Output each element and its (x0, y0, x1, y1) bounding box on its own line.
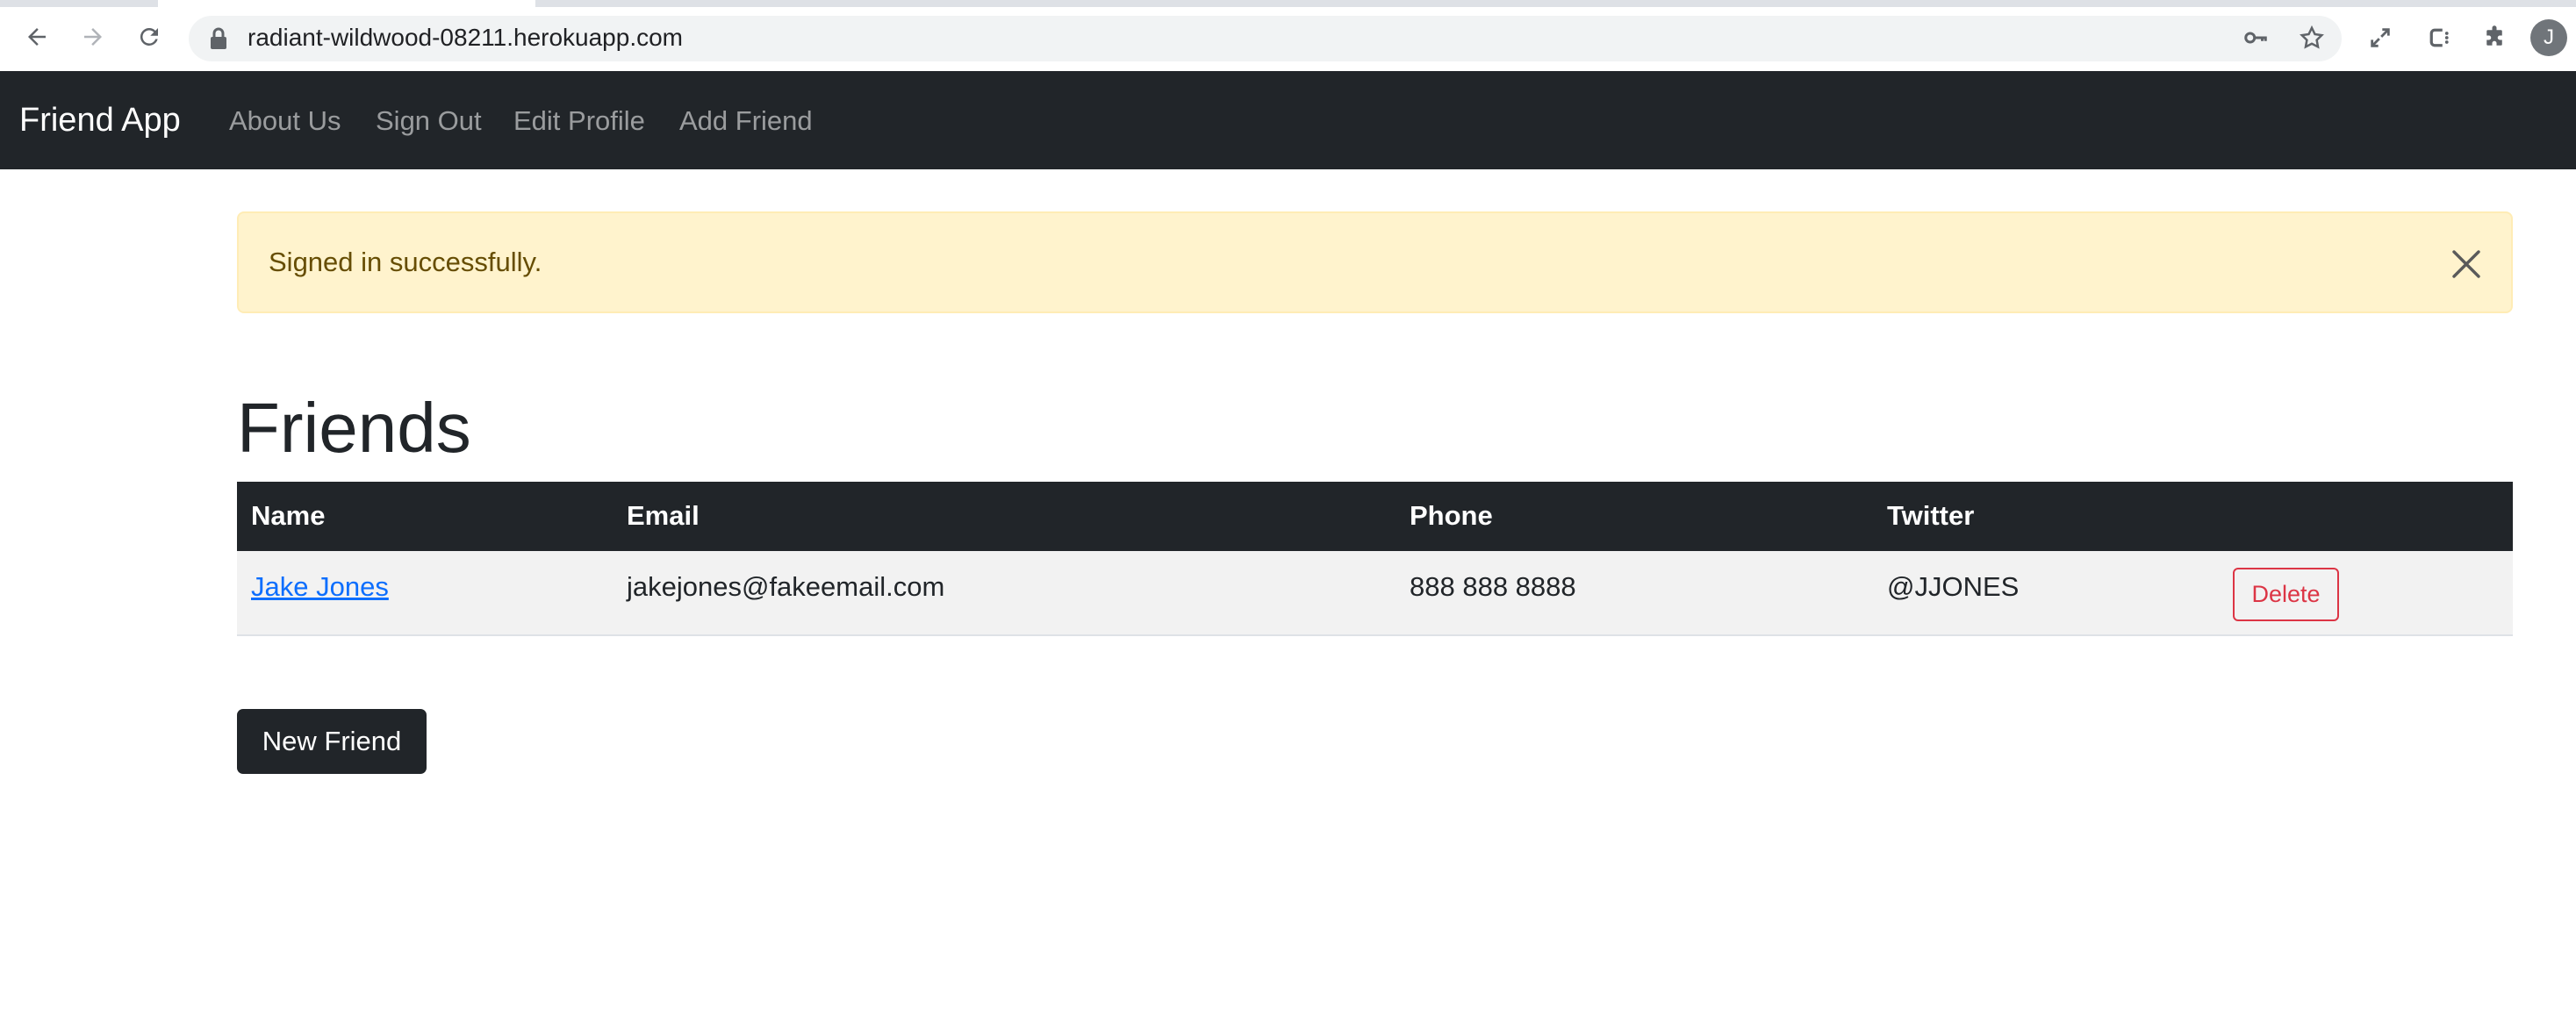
extension-c-icon[interactable] (2421, 19, 2458, 56)
back-icon[interactable] (18, 18, 56, 56)
table-header: Name Email Phone Twitter (237, 482, 2513, 551)
flash-alert: Signed in successfully. (237, 211, 2513, 313)
column-header-twitter: Twitter (1887, 500, 1975, 531)
active-tab-edge (158, 0, 535, 7)
friend-name-link[interactable]: Jake Jones (251, 571, 389, 602)
column-header-phone: Phone (1410, 500, 1493, 531)
star-icon[interactable] (2293, 19, 2330, 56)
close-icon[interactable] (2449, 247, 2484, 282)
delete-button[interactable]: Delete (2233, 568, 2339, 621)
url-text[interactable]: radiant-wildwood-08211.herokuapp.com (248, 22, 683, 54)
fullscreen-icon[interactable] (2362, 19, 2399, 56)
nav-link-about-us[interactable]: About Us (229, 104, 341, 138)
page-title: Friends (237, 389, 471, 467)
browser-toolbar: radiant-wildwood-08211.herokuapp.com J (0, 0, 2576, 71)
friend-twitter-cell: @JJONES (1887, 571, 2020, 602)
nav-link-edit-profile[interactable]: Edit Profile (513, 104, 645, 138)
forward-icon[interactable] (74, 18, 112, 56)
table-row: Jake Jones jakejones@fakeemail.com 888 8… (237, 551, 2513, 636)
nav-link-sign-out[interactable]: Sign Out (376, 104, 482, 138)
friend-email-cell: jakejones@fakeemail.com (627, 571, 945, 602)
brand-link[interactable]: Friend App (19, 101, 181, 140)
key-icon[interactable] (2237, 19, 2274, 56)
friends-table: Name Email Phone Twitter Jake Jones jake… (237, 482, 2513, 636)
alert-message: Signed in successfully. (269, 247, 542, 277)
friend-phone-cell: 888 888 8888 (1410, 571, 1576, 602)
column-header-name: Name (251, 500, 326, 531)
profile-avatar[interactable]: J (2530, 19, 2567, 56)
friend-name-cell: Jake Jones (251, 570, 389, 604)
lock-icon[interactable] (209, 26, 228, 51)
column-header-email: Email (627, 500, 700, 531)
puzzle-icon[interactable] (2476, 19, 2513, 56)
reload-icon[interactable] (130, 18, 169, 56)
app-navbar: Friend App About Us Sign Out Edit Profil… (0, 71, 2576, 169)
new-friend-button[interactable]: New Friend (237, 709, 427, 774)
nav-link-add-friend[interactable]: Add Friend (679, 104, 813, 138)
